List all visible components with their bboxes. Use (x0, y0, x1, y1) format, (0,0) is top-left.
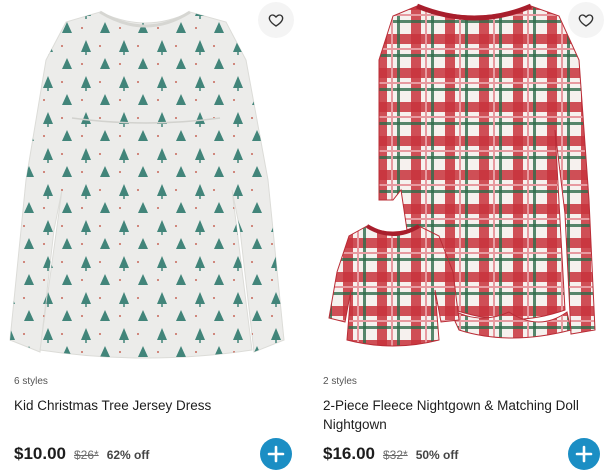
styles-count: 2 styles (323, 376, 357, 387)
sale-price: $10.00 (14, 444, 66, 463)
product-card[interactable]: 2 styles 2-Piece Fleece Nightgown & Matc… (309, 0, 610, 471)
heart-outline-icon (268, 14, 284, 27)
product-name[interactable]: 2-Piece Fleece Nightgown & Matching Doll… (323, 396, 583, 434)
discount-label: 50% off (415, 448, 459, 462)
price-row: $10.00 $26* 62% off (14, 444, 149, 464)
plus-icon (575, 445, 593, 463)
favorite-button[interactable] (568, 2, 604, 38)
heart-outline-icon (578, 14, 594, 27)
sale-price: $16.00 (323, 444, 375, 463)
product-name[interactable]: Kid Christmas Tree Jersey Dress (14, 396, 211, 415)
styles-count: 6 styles (14, 376, 48, 387)
add-to-bag-button[interactable] (568, 438, 600, 470)
product-image[interactable] (0, 0, 292, 362)
original-price: $32* (383, 448, 408, 462)
discount-label: 62% off (106, 448, 150, 462)
plus-icon (267, 445, 285, 463)
original-price: $26* (74, 448, 99, 462)
product-image[interactable] (309, 0, 610, 362)
price-row: $16.00 $32* 50% off (323, 444, 458, 464)
product-card[interactable]: 6 styles Kid Christmas Tree Jersey Dress… (0, 0, 294, 471)
red-plaid-nightgown-image (328, 3, 596, 347)
gray-tree-print-dress-image (9, 10, 285, 359)
add-to-bag-button[interactable] (260, 438, 292, 470)
favorite-button[interactable] (258, 2, 294, 38)
